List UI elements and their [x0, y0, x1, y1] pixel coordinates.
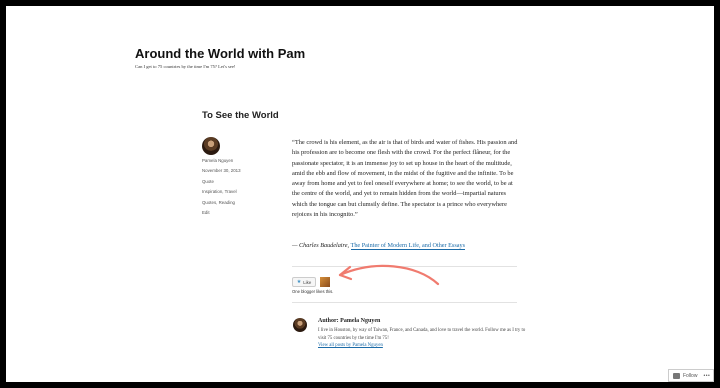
page: Around the World with Pam Can I get to 7… [6, 6, 714, 382]
follow-button[interactable]: Follow ••• [668, 369, 714, 382]
meta-date-link[interactable]: November 30, 2013 [202, 166, 241, 176]
meta-author-link[interactable]: Pamela Nguyen [202, 156, 241, 166]
citation-author: — Charles Baudelaire, [292, 242, 350, 249]
quote-citation: — Charles Baudelaire, The Painter of Mod… [292, 242, 465, 250]
annotation-arrow [338, 264, 440, 286]
meta-categories-links[interactable]: Inspiration, Travel [202, 187, 241, 197]
liker-avatar[interactable] [320, 277, 330, 287]
author-box-heading: Author: Pamela Nguyen [318, 318, 381, 324]
follow-icon [673, 372, 680, 379]
follow-label: Follow [683, 372, 698, 379]
like-button[interactable]: ★ Like [292, 277, 316, 287]
citation-link[interactable]: The Painter of Modern Life, and Other Es… [350, 242, 465, 250]
star-icon: ★ [296, 279, 302, 285]
author-avatar[interactable] [202, 137, 220, 155]
site-description: Can I get to 75 countries by the time I'… [135, 64, 236, 69]
divider [292, 302, 517, 303]
author-box-bio: I live in Houston, by way of Taiwan, Fra… [318, 328, 526, 341]
post-title[interactable]: To See the World [202, 110, 279, 121]
post-meta: Pamela Nguyen November 30, 2013 Quote In… [202, 156, 241, 218]
meta-edit-link[interactable]: Edit [202, 208, 241, 218]
like-button-label: Like [303, 279, 312, 285]
post-quote: “The crowd is his element, as the air is… [292, 139, 518, 218]
site-title[interactable]: Around the World with Pam [135, 46, 305, 61]
meta-tags-links[interactable]: Quotes, Reading [202, 198, 241, 208]
likes-count-text: One blogger likes this. [292, 289, 334, 294]
more-icon[interactable]: ••• [703, 373, 710, 379]
author-box-avatar [293, 318, 307, 332]
meta-format-link[interactable]: Quote [202, 177, 241, 187]
view-all-posts-link[interactable]: View all posts by Pamela Nguyen [318, 343, 383, 348]
